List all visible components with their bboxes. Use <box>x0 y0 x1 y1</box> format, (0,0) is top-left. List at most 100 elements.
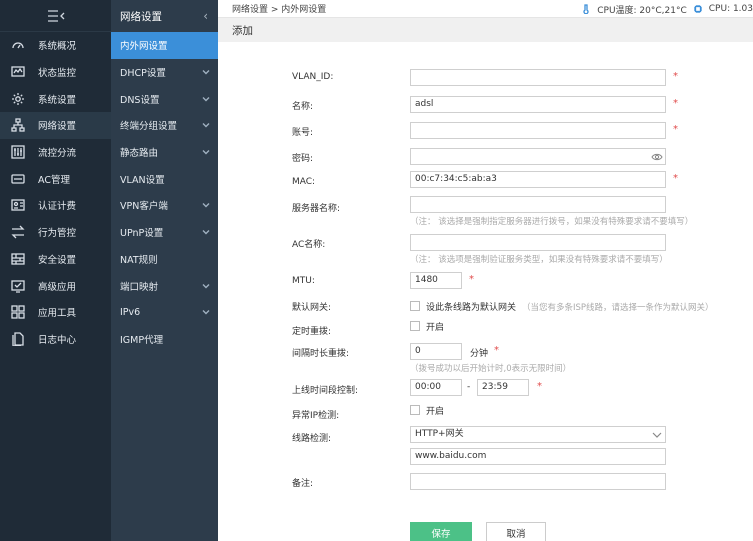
mtu-label: MTU: <box>292 276 315 286</box>
subnav-item-igmp[interactable]: IGMP代理 <box>111 326 218 353</box>
breadcrumb: 网络设置 > 内外网设置 <box>232 5 327 15</box>
thermometer-icon <box>583 4 589 14</box>
remark-input[interactable] <box>410 473 666 490</box>
chevron-down-icon <box>202 282 210 290</box>
nav-item-advanced[interactable]: 高级应用 <box>0 272 111 299</box>
top-bar: 网络设置 > 内外网设置 CPU温度: 20°C,21°C CPU: 1.03 <box>218 0 753 18</box>
mtu-input[interactable]: 1480 <box>410 272 462 289</box>
document-icon <box>10 331 26 347</box>
timed-redial-checkbox[interactable] <box>410 321 420 331</box>
monitor-icon <box>10 64 26 80</box>
menu-collapse-icon <box>47 9 64 22</box>
nav-item-ac[interactable]: AC管理 <box>0 165 111 192</box>
chevron-down-icon <box>202 201 210 209</box>
required-mark: * <box>537 381 542 392</box>
menu-collapse-toggle[interactable] <box>0 0 111 32</box>
chevron-down-icon <box>202 308 210 316</box>
nav-item-tools[interactable]: 应用工具 <box>0 299 111 326</box>
subnav-item-ipv6[interactable]: IPv6 <box>111 299 218 326</box>
cancel-button[interactable]: 取消 <box>486 522 546 541</box>
nav-item-monitor[interactable]: 状态监控 <box>0 59 111 86</box>
server-name-hint: （注： 该选择是强制指定服务器进行拨号，如果没有特殊要求请不要填写） <box>410 217 694 227</box>
required-mark: * <box>469 274 474 285</box>
subnav-item-wan-lan[interactable]: 内外网设置 <box>111 32 218 59</box>
network-icon <box>10 117 26 133</box>
nav-item-system-settings[interactable]: 系统设置 <box>0 85 111 112</box>
interval-redial-unit: 分钟 <box>470 349 489 359</box>
online-period-end-input[interactable]: 23:59 <box>477 379 529 396</box>
cpu-temperature: CPU温度: 20°C,21°C <box>597 5 687 16</box>
default-gateway-text: 设此条线路为默认网关 （当您有多条ISP线路，请选择一条作为默认网关） <box>426 303 714 313</box>
name-input[interactable]: adsl <box>410 96 666 113</box>
subnav-item-terminal-group[interactable]: 终端分组设置 <box>111 112 218 139</box>
chevron-down-icon <box>202 148 210 156</box>
password-label: 密码: <box>292 154 314 164</box>
name-label: 名称: <box>292 102 314 112</box>
vlan-id-label: VLAN_ID: <box>292 72 334 82</box>
ac-name-hint: （注： 该选项是强制验证服务类型，如果没有特殊要求请不要填写） <box>410 255 668 265</box>
subnav-item-vlan[interactable]: VLAN设置 <box>111 165 218 192</box>
cpu-icon <box>693 5 702 13</box>
interval-redial-input[interactable]: 0 <box>410 343 462 360</box>
page-title-bar: 添加 <box>218 18 753 42</box>
nav-item-security[interactable]: 安全设置 <box>0 246 111 273</box>
secondary-sidebar: 网络设置 ‹ 内外网设置 DHCP设置 DNS设置 终端分组设置 静态路由 VL… <box>111 0 218 541</box>
default-gateway-hint: （当您有多条ISP线路，请选择一条作为默认网关） <box>522 303 714 313</box>
nav-item-auth[interactable]: 认证计费 <box>0 192 111 219</box>
interval-redial-hint: （拨号成功以后开始计时,0表示无限时间） <box>410 364 572 374</box>
nav-item-behavior[interactable]: 行为管控 <box>0 219 111 246</box>
remark-label: 备注: <box>292 479 314 489</box>
line-detect-label: 线路检测: <box>292 434 332 444</box>
timed-redial-text: 开启 <box>426 323 445 333</box>
sliders-icon <box>10 144 26 160</box>
nav-item-flow-control[interactable]: 流控分流 <box>0 139 111 166</box>
required-mark: * <box>673 173 678 184</box>
check-screen-icon <box>10 278 26 294</box>
required-mark: * <box>673 124 678 135</box>
router-icon <box>10 171 26 187</box>
save-button[interactable]: 保存 <box>410 522 472 541</box>
mac-label: MAC: <box>292 177 316 187</box>
chevron-down-icon <box>202 228 210 236</box>
abnormal-ip-checkbox[interactable] <box>410 405 420 415</box>
chevron-down-icon <box>202 95 210 103</box>
server-name-input[interactable] <box>410 196 666 213</box>
subnav-item-dns[interactable]: DNS设置 <box>111 85 218 112</box>
cpu-usage: CPU: 1.03 <box>708 4 753 14</box>
subnav-item-upnp[interactable]: UPnP设置 <box>111 219 218 246</box>
subnav-item-vpn-client[interactable]: VPN客户端 <box>111 192 218 219</box>
page-title: 添加 <box>232 24 253 37</box>
line-detect-select[interactable]: HTTP+网关 <box>410 426 666 443</box>
abnormal-ip-text: 开启 <box>426 407 445 417</box>
subnav-item-nat[interactable]: NAT规则 <box>111 246 218 273</box>
arrows-icon <box>10 224 26 240</box>
nav-item-logs[interactable]: 日志中心 <box>0 326 111 353</box>
gear-icon <box>10 91 26 107</box>
account-label: 账号: <box>292 128 314 138</box>
subnav-item-port-mapping[interactable]: 端口映射 <box>111 272 218 299</box>
id-card-icon <box>10 197 26 213</box>
server-name-label: 服务器名称: <box>292 204 341 214</box>
nav-item-overview[interactable]: 系统概况 <box>0 32 111 59</box>
secondary-sidebar-title: 网络设置 <box>120 10 162 23</box>
ac-name-input[interactable] <box>410 234 666 251</box>
eye-icon[interactable] <box>651 152 663 162</box>
mac-input[interactable]: 00:c7:34:c5:ab:a3 <box>410 171 666 188</box>
line-detect-url-input[interactable]: www.baidu.com <box>410 448 666 465</box>
subnav-item-static-route[interactable]: 静态路由 <box>111 139 218 166</box>
default-gateway-checkbox[interactable] <box>410 301 420 311</box>
vlan-id-input[interactable] <box>410 69 666 86</box>
chevron-left-icon[interactable]: ‹ <box>203 9 208 23</box>
ac-name-label: AC名称: <box>292 240 326 250</box>
chevron-down-icon <box>202 121 210 129</box>
timed-redial-label: 定时重拨: <box>292 327 332 337</box>
abnormal-ip-label: 异常IP检测: <box>292 411 340 421</box>
account-input[interactable] <box>410 122 666 139</box>
system-status: CPU温度: 20°C,21°C CPU: 1.03 <box>581 0 753 18</box>
online-period-start-input[interactable]: 00:00 <box>410 379 462 396</box>
nav-item-network[interactable]: 网络设置 <box>0 112 111 139</box>
subnav-item-dhcp[interactable]: DHCP设置 <box>111 59 218 86</box>
interval-redial-label: 间隔时长重拨: <box>292 349 350 359</box>
password-input[interactable] <box>410 148 666 165</box>
gauge-icon <box>10 37 26 53</box>
